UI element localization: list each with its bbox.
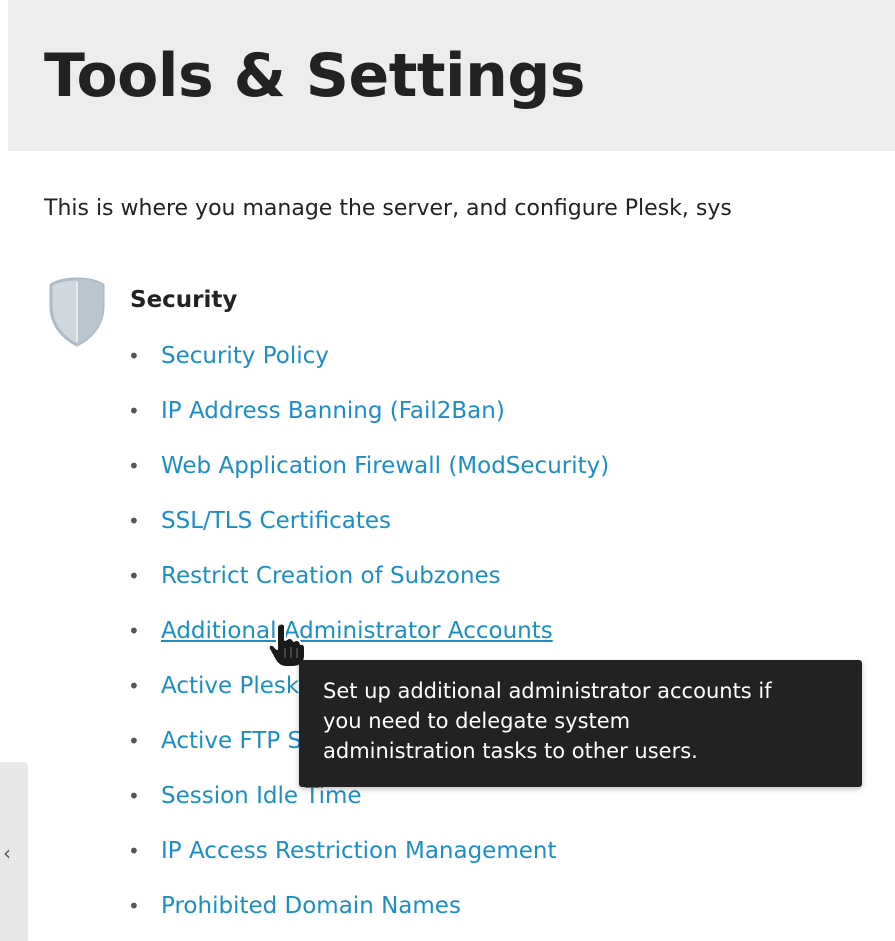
bullet: • xyxy=(128,894,140,918)
bullet: • xyxy=(128,839,140,863)
bullet: • xyxy=(128,784,140,808)
security-section-title: Security xyxy=(130,287,238,313)
intro-text: This is where you manage the server, and… xyxy=(44,196,732,221)
security-link[interactable]: SSL/TLS Certificates xyxy=(161,505,391,537)
security-link[interactable]: Restrict Creation of Subzones xyxy=(161,560,501,592)
bullet: • xyxy=(128,619,140,643)
chevron-left-icon[interactable]: ‹ xyxy=(0,838,14,868)
security-link-item: • Session Idle Time xyxy=(128,780,609,835)
security-link[interactable]: Additional Administrator Accounts xyxy=(161,615,553,647)
security-link-item: • Web Application Firewall (ModSecurity) xyxy=(128,450,609,505)
security-link-item: • Restrict Creation of Subzones xyxy=(128,560,609,615)
security-link-item: • SSL/TLS Certificates xyxy=(128,505,609,560)
bullet: • xyxy=(128,729,140,753)
security-link[interactable]: IP Access Restriction Management xyxy=(161,835,556,867)
bullet: • xyxy=(128,564,140,588)
tools-settings-page: Tools & Settings This is where you manag… xyxy=(0,0,895,941)
tooltip: Set up additional administrator accounts… xyxy=(299,660,862,787)
page-title: Tools & Settings xyxy=(44,41,586,111)
security-link-item: • IP Address Banning (Fail2Ban) xyxy=(128,395,609,450)
security-link-item: • IP Access Restriction Management xyxy=(128,835,609,890)
security-link-item: • Security Policy xyxy=(128,340,609,395)
bullet: • xyxy=(128,509,140,533)
security-link[interactable]: IP Address Banning (Fail2Ban) xyxy=(161,395,505,427)
bullet: • xyxy=(128,454,140,478)
tooltip-line: you need to delegate system xyxy=(323,709,631,733)
security-link-list: • Security Policy • IP Address Banning (Fai… xyxy=(128,340,609,941)
security-link[interactable]: Web Application Firewall (ModSecurity) xyxy=(161,450,609,482)
bullet: • xyxy=(128,344,140,368)
shield-icon xyxy=(49,277,105,347)
tooltip-line: Set up additional administrator accounts… xyxy=(323,679,772,703)
bullet: • xyxy=(128,399,140,423)
security-link[interactable]: Prohibited Domain Names xyxy=(161,890,461,922)
bullet: • xyxy=(128,674,140,698)
security-link-item: • Prohibited Domain Names xyxy=(128,890,609,941)
security-link[interactable]: Security Policy xyxy=(161,340,329,372)
tooltip-line: administration tasks to other users. xyxy=(323,739,698,763)
